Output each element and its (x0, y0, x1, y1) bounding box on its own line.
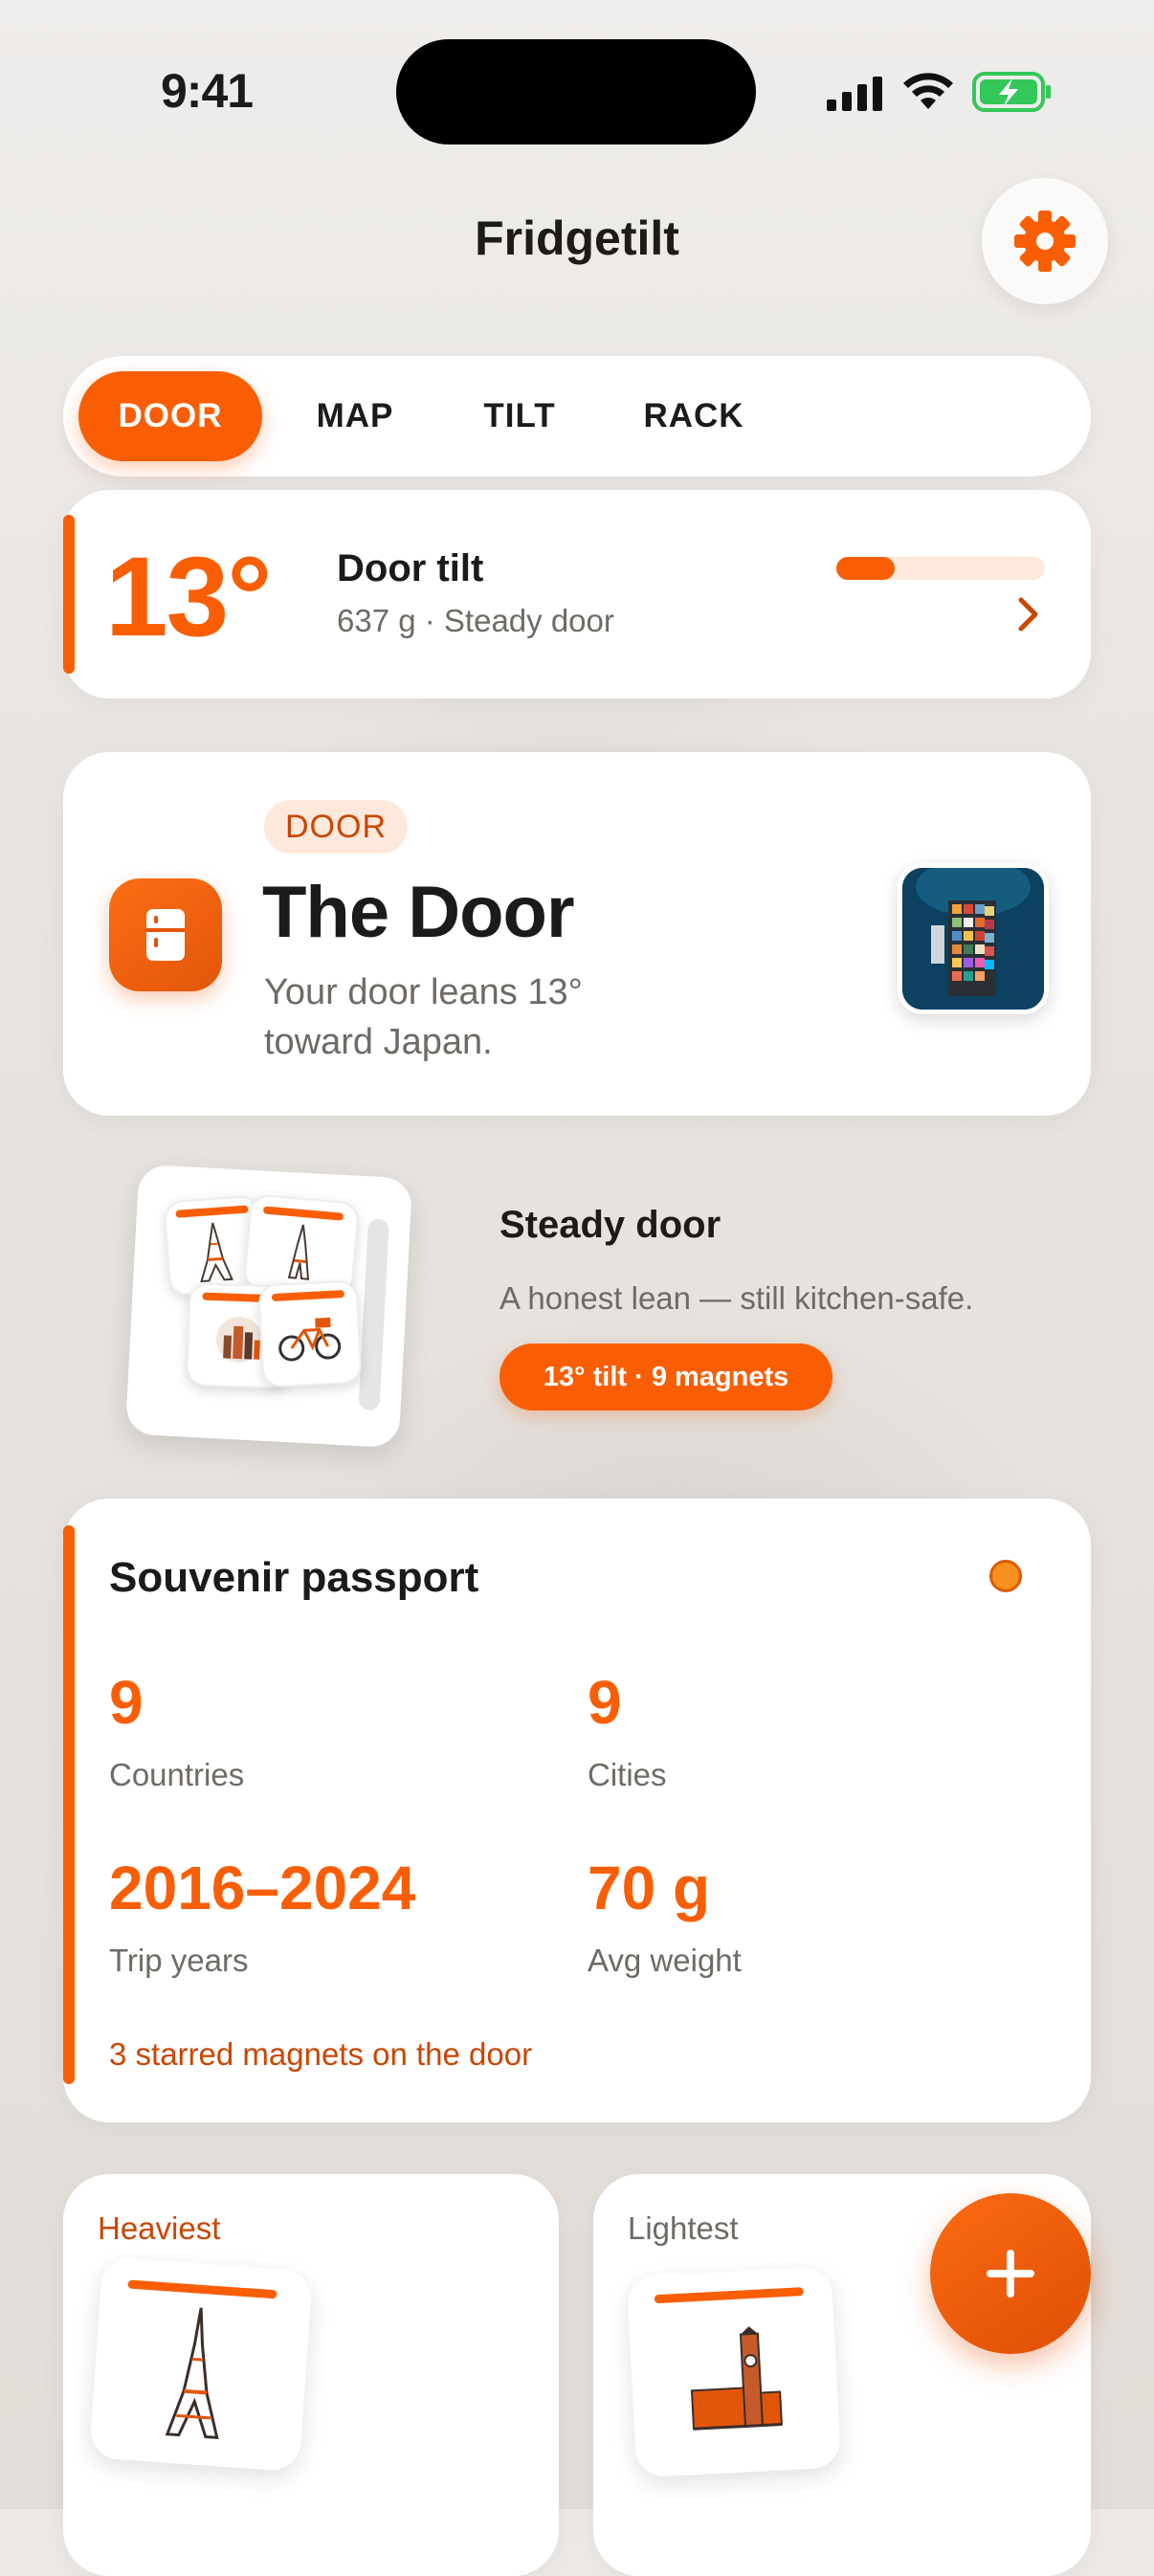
tab-tilt[interactable]: TILT (459, 371, 580, 461)
steady-chip: 13° tilt · 9 magnets (499, 1344, 832, 1410)
lightest-magnet (626, 2266, 842, 2478)
dynamic-island (396, 39, 756, 144)
accent-bar (63, 1525, 75, 2084)
door-card[interactable]: DOOR The Door Your door leans 13° toward… (63, 752, 1091, 1116)
fridge-icon (109, 878, 222, 991)
gear-icon (1014, 211, 1076, 272)
heaviest-label: Heaviest (98, 2210, 221, 2246)
stat-avg-weight-value: 70 g (588, 1854, 711, 1922)
stat-countries-value: 9 (109, 1668, 144, 1737)
door-description-line2: toward Japan. (264, 1022, 493, 1062)
wifi-icon (901, 71, 955, 118)
fridge-photo-thumbnail[interactable] (898, 863, 1049, 1014)
steady-title: Steady door (499, 1204, 721, 1246)
tilt-angle: 13° (105, 534, 272, 660)
tilt-progress-fill (836, 557, 896, 580)
stat-avg-weight-label: Avg weight (588, 1943, 742, 1978)
tab-bar: DOOR MAP TILT RACK (63, 356, 1091, 477)
tokyo-tower-icon (165, 2307, 219, 2439)
door-tilt-card[interactable]: 13° Door tilt 637 g · Steady door (63, 490, 1091, 699)
heaviest-magnet (88, 2256, 314, 2473)
passport-title: Souvenir passport (109, 1554, 479, 1601)
tab-map[interactable]: MAP (293, 371, 417, 461)
stat-trip-years-label: Trip years (109, 1943, 249, 1978)
door-title: The Door (262, 872, 575, 953)
door-tag: DOOR (264, 800, 408, 854)
accent-bar (63, 515, 75, 674)
plus-icon (987, 2250, 1034, 2298)
steady-subtitle: A honest lean — still kitchen-safe. (499, 1280, 974, 1316)
heaviest-card[interactable]: Heaviest (63, 2174, 559, 2576)
souvenir-passport-card[interactable]: Souvenir passport 9 Countries 9 Cities 2… (63, 1499, 1091, 2122)
stat-cities-label: Cities (588, 1757, 667, 1792)
battery-icon (972, 71, 1053, 118)
tilt-subtitle: 637 g · Steady door (337, 603, 614, 638)
tab-door[interactable]: DOOR (78, 371, 262, 461)
tilt-progress (836, 557, 1045, 580)
stat-cities-value: 9 (588, 1668, 622, 1737)
tilt-title: Door tilt (337, 547, 484, 589)
stat-countries-label: Countries (109, 1757, 245, 1792)
lightest-label: Lightest (628, 2210, 739, 2246)
board-rail (358, 1218, 389, 1411)
stat-trip-years-value: 2016–2024 (109, 1854, 416, 1922)
status-dot (989, 1560, 1022, 1592)
starred-magnets-link[interactable]: 3 starred magnets on the door (109, 2036, 532, 2073)
settings-button[interactable] (982, 178, 1108, 304)
status-time: 9:41 (161, 64, 254, 118)
chevron-right-icon (1016, 595, 1041, 638)
tab-rack[interactable]: RACK (622, 371, 766, 461)
big-ben-icon (690, 2326, 783, 2431)
magnet-bike (257, 1279, 363, 1388)
add-magnet-button[interactable] (930, 2193, 1091, 2354)
door-description-line1: Your door leans 13° (264, 972, 583, 1012)
signal-icon (825, 75, 884, 118)
